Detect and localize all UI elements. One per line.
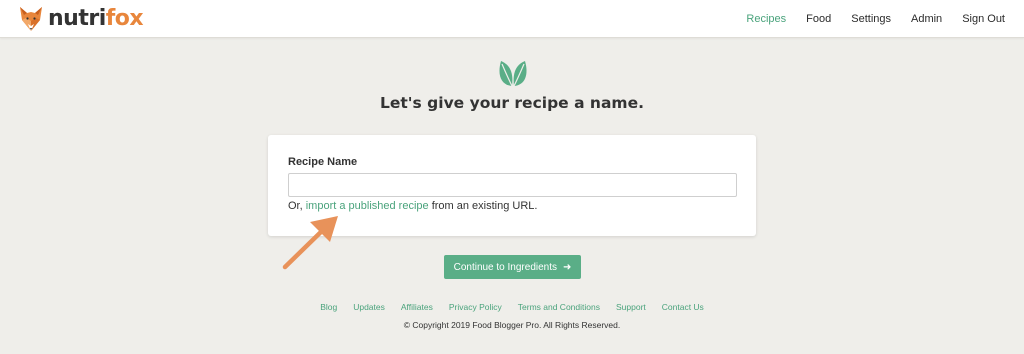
nav-settings[interactable]: Settings — [851, 13, 891, 25]
footer-link-privacy-policy[interactable]: Privacy Policy — [449, 302, 502, 312]
nav-food[interactable]: Food — [806, 13, 831, 25]
logo[interactable]: nutrifox — [19, 6, 144, 32]
recipe-name-label: Recipe Name — [288, 156, 358, 168]
footer-link-affiliates[interactable]: Affiliates — [401, 302, 433, 312]
nav-admin[interactable]: Admin — [911, 13, 942, 25]
brand-name-part1: nutri — [48, 6, 106, 31]
import-suffix: from an existing URL. — [431, 200, 538, 212]
recipe-name-input[interactable] — [288, 173, 737, 197]
footer-link-support[interactable]: Support — [616, 302, 646, 312]
brand-name: nutrifox — [48, 6, 144, 32]
leaf-icon — [497, 57, 529, 92]
footer-link-blog[interactable]: Blog — [320, 302, 337, 312]
footer-link-terms[interactable]: Terms and Conditions — [518, 302, 600, 312]
continue-button-label: Continue to Ingredients — [453, 261, 557, 273]
footer-links: Blog Updates Affiliates Privacy Policy T… — [0, 302, 1024, 312]
fox-logo-icon — [20, 7, 42, 31]
footer-link-updates[interactable]: Updates — [353, 302, 385, 312]
nav-sign-out[interactable]: Sign Out — [962, 13, 1005, 25]
annotation-arrow-icon — [282, 216, 338, 270]
copyright-text: © Copyright 2019 Food Blogger Pro. All R… — [403, 320, 621, 330]
continue-to-ingredients-button[interactable]: Continue to Ingredients ➜ — [444, 255, 581, 279]
top-header: nutrifox Recipes Food Settings Admin Sig… — [0, 0, 1024, 38]
brand-name-part2: fox — [105, 6, 144, 31]
footer-link-contact-us[interactable]: Contact Us — [662, 302, 704, 312]
arrow-right-icon: ➜ — [563, 261, 572, 273]
nav-recipes[interactable]: Recipes — [746, 13, 786, 25]
page-headline: Let's give your recipe a name. — [380, 94, 644, 112]
main-nav: Recipes Food Settings Admin Sign Out — [726, 0, 1005, 38]
